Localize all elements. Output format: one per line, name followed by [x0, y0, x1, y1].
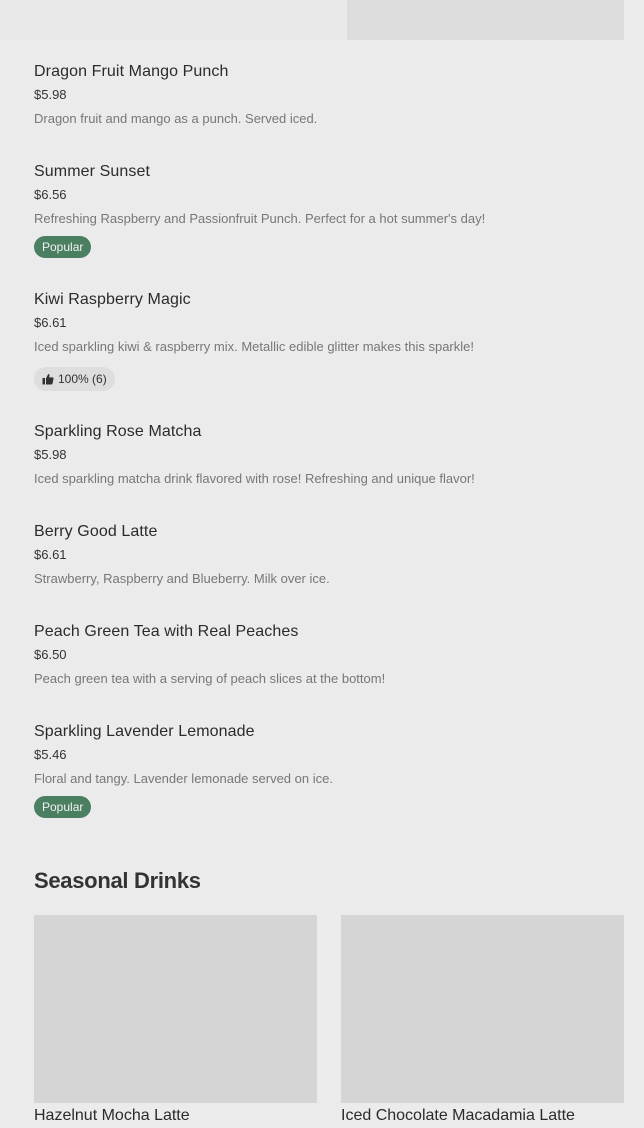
previous-row-images — [0, 0, 644, 40]
seasonal-card[interactable]: Hazelnut Mocha Latte — [34, 915, 317, 1126]
item-description: Strawberry, Raspberry and Blueberry. Mil… — [34, 571, 330, 586]
item-name: Sparkling Rose Matcha — [34, 423, 202, 440]
item-image[interactable] — [347, 0, 624, 40]
item-name: Hazelnut Mocha Latte — [34, 1107, 190, 1124]
item-image[interactable] — [0, 0, 346, 40]
popular-badge: Popular — [34, 796, 92, 818]
item-price: $6.61 — [34, 315, 67, 330]
item-price: $6.61 — [34, 547, 67, 562]
seasonal-card[interactable]: Iced Chocolate Macadamia Latte — [341, 915, 624, 1126]
item-image[interactable] — [341, 915, 624, 1103]
menu-item[interactable]: Peach Green Tea with Real Peaches $6.50 … — [34, 622, 624, 687]
item-price: $5.46 — [34, 747, 67, 762]
menu-item[interactable]: Kiwi Raspberry Magic $6.61 Iced sparklin… — [34, 290, 624, 391]
item-name: Kiwi Raspberry Magic — [34, 291, 191, 308]
item-image[interactable] — [34, 915, 317, 1103]
item-description: Dragon fruit and mango as a punch. Serve… — [34, 111, 318, 126]
item-name: Peach Green Tea with Real Peaches — [34, 623, 299, 640]
menu-item[interactable]: Sparkling Rose Matcha $5.98 Iced sparkli… — [34, 422, 624, 487]
item-name: Berry Good Latte — [34, 523, 158, 540]
popular-badge: Popular — [34, 236, 92, 258]
item-price: $5.98 — [34, 447, 67, 462]
item-name: Iced Chocolate Macadamia Latte — [341, 1107, 575, 1124]
section-title: Seasonal Drinks — [34, 868, 201, 893]
menu-page: Dragon Fruit Mango Punch $5.98 Dragon fr… — [0, 0, 644, 1128]
item-description: Floral and tangy. Lavender lemonade serv… — [34, 771, 333, 786]
item-name: Dragon Fruit Mango Punch — [34, 63, 229, 80]
rating-text: 100% (6) — [58, 372, 107, 386]
item-description: Peach green tea with a serving of peach … — [34, 671, 386, 686]
item-price: $6.56 — [34, 187, 67, 202]
menu-item[interactable]: Sparkling Lavender Lemonade $5.46 Floral… — [34, 722, 624, 818]
rating-badge: 100% (6) — [34, 367, 115, 391]
item-price: $6.50 — [34, 647, 67, 662]
menu-item[interactable]: Dragon Fruit Mango Punch $5.98 Dragon fr… — [34, 62, 624, 127]
item-description: Refreshing Raspberry and Passionfruit Pu… — [34, 211, 486, 226]
item-name: Sparkling Lavender Lemonade — [34, 723, 255, 740]
menu-item[interactable]: Summer Sunset $6.56 Refreshing Raspberry… — [34, 162, 624, 258]
menu-item[interactable]: Berry Good Latte $6.61 Strawberry, Raspb… — [34, 522, 624, 587]
thumbs-up-icon — [42, 373, 54, 385]
item-name: Summer Sunset — [34, 163, 151, 180]
item-price: $5.98 — [34, 87, 67, 102]
item-description: Iced sparkling matcha drink flavored wit… — [34, 471, 475, 486]
item-description: Iced sparkling kiwi & raspberry mix. Met… — [34, 339, 474, 354]
